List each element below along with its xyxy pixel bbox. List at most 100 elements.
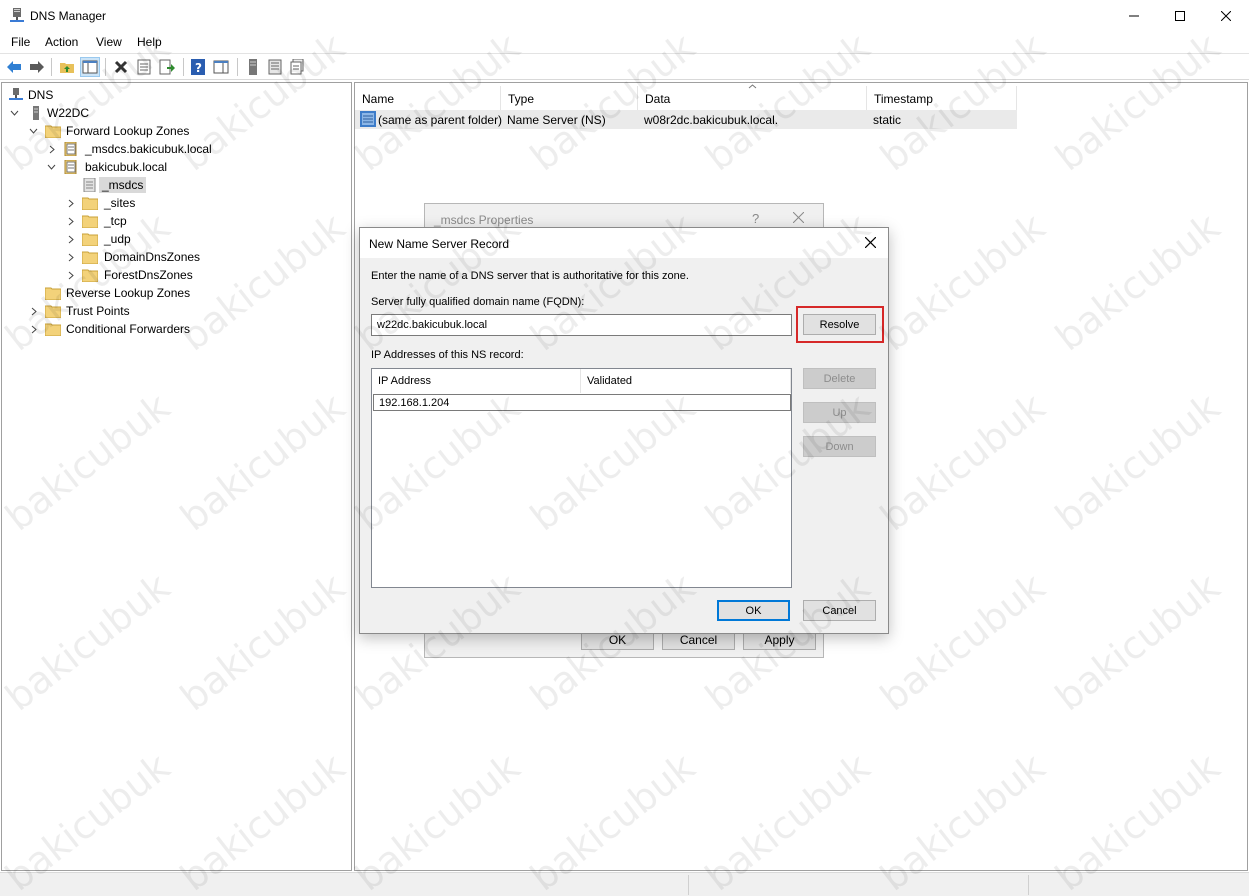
- column-header-ip-address[interactable]: IP Address: [372, 369, 581, 393]
- maximize-icon: [1175, 10, 1185, 21]
- menu-bar: File Action View Help: [0, 31, 1249, 53]
- tree-label: ForestDnsZones: [104, 268, 193, 282]
- chevron-right-icon[interactable]: [66, 198, 76, 208]
- tree-node-msdcs-delegation[interactable]: _msdcs: [2, 176, 342, 194]
- delete-icon: [114, 60, 128, 74]
- maximize-button[interactable]: [1157, 0, 1203, 31]
- menu-file[interactable]: File: [11, 35, 30, 49]
- back-arrow-icon: [7, 61, 21, 73]
- tree-label: Reverse Lookup Zones: [66, 286, 191, 300]
- dns-server-icon: [10, 8, 24, 22]
- tree-node-forward-lookup-zones[interactable]: Forward Lookup Zones: [2, 122, 342, 140]
- show-hide-tree-button[interactable]: [80, 57, 100, 77]
- properties-icon: [137, 59, 151, 75]
- server-icon: [33, 106, 39, 120]
- chevron-right-icon[interactable]: [47, 144, 57, 154]
- cell-data: w08r2dc.bakicubuk.local.: [644, 113, 779, 127]
- export-list-button[interactable]: [157, 57, 177, 77]
- toolbar: ?: [0, 53, 1249, 80]
- tree-node-zone-msdcs[interactable]: _msdcs.bakicubuk.local: [2, 140, 342, 158]
- down-button[interactable]: Down: [803, 436, 876, 457]
- show-hide-tree-icon: [82, 60, 98, 74]
- ip-address-list[interactable]: IP Address Validated 192.168.1.204: [371, 368, 792, 588]
- action-pane-button[interactable]: [211, 57, 231, 77]
- chevron-down-icon[interactable]: [46, 162, 56, 172]
- tree-node-server[interactable]: W22DC: [2, 104, 342, 122]
- chevron-right-icon[interactable]: [29, 324, 39, 334]
- tree-node-forestdnszones[interactable]: ForestDnsZones: [2, 266, 342, 284]
- delete-button[interactable]: [111, 57, 131, 77]
- console-tree[interactable]: DNS W22DC Forward Lookup Zones _msdcs.ba…: [1, 82, 352, 871]
- tree-label: _sites: [104, 196, 136, 210]
- column-header-type[interactable]: Type: [501, 86, 638, 110]
- folder-icon: [82, 197, 98, 210]
- tree-node-sites[interactable]: _sites: [2, 194, 342, 212]
- help-button[interactable]: ?: [188, 57, 208, 77]
- tree-node-trust-points[interactable]: Trust Points: [2, 302, 342, 320]
- zone-icon: [64, 160, 77, 174]
- menu-view[interactable]: View: [96, 35, 122, 49]
- delete-button[interactable]: Delete: [803, 368, 876, 389]
- up-folder-icon: [60, 63, 74, 73]
- chevron-right-icon[interactable]: [29, 306, 39, 316]
- tree-node-domaindnszones[interactable]: DomainDnsZones: [2, 248, 342, 266]
- cancel-button[interactable]: Cancel: [803, 600, 876, 621]
- tree-node-conditional-forwarders[interactable]: Conditional Forwarders: [2, 320, 342, 338]
- instruction-text: Enter the name of a DNS server that is a…: [371, 270, 689, 282]
- help-button[interactable]: ?: [752, 211, 759, 226]
- zone-button[interactable]: [265, 57, 285, 77]
- ip-address-row[interactable]: 192.168.1.204: [373, 394, 791, 411]
- tree-label: _msdcs.bakicubuk.local: [85, 142, 212, 156]
- chevron-right-icon[interactable]: [66, 234, 76, 244]
- tree-label: W22DC: [47, 106, 90, 120]
- close-icon[interactable]: [793, 212, 804, 223]
- chevron-right-icon[interactable]: [66, 270, 76, 280]
- menu-action[interactable]: Action: [45, 35, 78, 49]
- minimize-button[interactable]: [1111, 0, 1157, 31]
- chevron-down-icon[interactable]: [28, 126, 38, 136]
- close-icon[interactable]: [865, 237, 876, 248]
- chevron-right-icon[interactable]: [66, 252, 76, 262]
- tree-node-reverse-lookup-zones[interactable]: Reverse Lookup Zones: [2, 284, 342, 302]
- folder-icon: [82, 233, 98, 246]
- ip-addresses-label: IP Addresses of this NS record:: [371, 349, 524, 361]
- menu-help[interactable]: Help: [137, 35, 162, 49]
- sort-ascending-icon: [748, 84, 757, 89]
- column-header-data[interactable]: Data: [638, 86, 867, 110]
- tree-label: bakicubuk.local: [85, 160, 168, 174]
- tree-node-udp[interactable]: _udp: [2, 230, 342, 248]
- folder-icon: [45, 125, 61, 138]
- server-button[interactable]: [243, 57, 263, 77]
- close-icon: [1221, 10, 1231, 21]
- column-header-validated[interactable]: Validated: [581, 369, 791, 393]
- chevron-right-icon[interactable]: [66, 216, 76, 226]
- chevron-down-icon[interactable]: [9, 108, 19, 118]
- new-name-server-record-dialog: New Name Server Record Enter the name of…: [359, 227, 889, 634]
- properties-button[interactable]: [134, 57, 154, 77]
- record-icon: [360, 111, 376, 127]
- column-header-timestamp[interactable]: Timestamp: [867, 86, 1017, 110]
- record-icon: [290, 59, 304, 75]
- tree-node-dns[interactable]: DNS: [2, 86, 342, 104]
- forward-arrow-icon: [30, 61, 44, 73]
- close-window-button[interactable]: [1203, 0, 1249, 31]
- table-row[interactable]: (same as parent folder) Name Server (NS)…: [355, 110, 1017, 129]
- ok-button[interactable]: OK: [717, 600, 790, 621]
- folder-icon: [82, 269, 98, 282]
- delegation-icon: [83, 178, 96, 192]
- up-one-level-button[interactable]: [57, 57, 77, 77]
- tree-node-tcp[interactable]: _tcp: [2, 212, 342, 230]
- tree-node-zone-bakicubuk[interactable]: bakicubuk.local: [2, 158, 342, 176]
- tree-label: Trust Points: [66, 304, 130, 318]
- minimize-icon: [1129, 15, 1139, 16]
- folder-icon: [45, 287, 61, 300]
- forward-button[interactable]: [27, 57, 47, 77]
- help-icon: ?: [191, 59, 205, 75]
- back-button[interactable]: [4, 57, 24, 77]
- column-header-name[interactable]: Name: [355, 86, 501, 110]
- record-button[interactable]: [287, 57, 307, 77]
- tree-label: Forward Lookup Zones: [66, 124, 190, 138]
- fqdn-input[interactable]: w22dc.bakicubuk.local: [371, 314, 792, 336]
- up-button[interactable]: Up: [803, 402, 876, 423]
- folder-icon: [45, 305, 61, 318]
